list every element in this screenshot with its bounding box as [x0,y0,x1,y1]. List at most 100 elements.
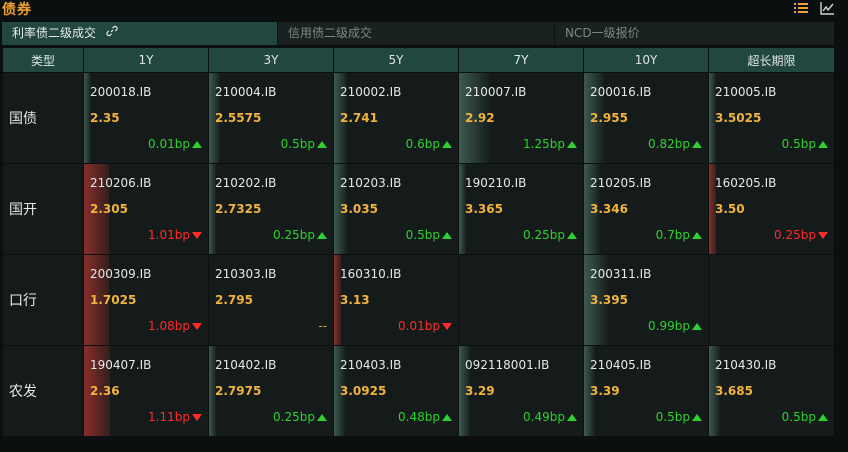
yield-change-value: 0.25bp [273,228,315,242]
arrow-up-icon [692,414,702,421]
bond-code: 190407.IB [90,358,152,372]
yield-change-value: 0.25bp [774,228,816,242]
yield-change: -- [318,319,327,333]
bond-cell-5y[interactable]: 210002.IB 2.741 0.6bp [333,72,459,164]
bond-cell-7y[interactable]: 092118001.IB 3.29 0.49bp [458,345,584,437]
bond-code: 200311.IB [590,267,652,281]
bond-code: 190210.IB [465,176,527,190]
arrow-up-icon [818,414,828,421]
yield-change-value: 0.5bp [655,410,690,424]
bond-yield: 3.13 [340,293,370,307]
yield-change: 0.01bp [398,319,452,333]
yield-change: 0.5bp [782,410,828,424]
bond-cell-7y[interactable]: 190210.IB 3.365 0.25bp [458,163,584,255]
bond-cell-ultra-long[interactable]: 210005.IB 3.5025 0.5bp [708,72,835,164]
tab-ncd-primary-quote[interactable]: NCD一级报价 [555,22,834,45]
table-row: 国开 210206.IB 2.305 1.01bp 210202.IB 2.7325 0.2… [2,163,835,255]
bond-code: 092118001.IB [465,358,550,372]
yield-change-value: 0.82bp [648,137,690,151]
bond-cell-1y[interactable]: 190407.IB 2.36 1.11bp [83,345,209,437]
bond-yield: 2.35 [90,111,120,125]
bond-code: 210403.IB [340,358,402,372]
bond-yield: 3.035 [340,202,378,216]
yield-change-value: 0.99bp [648,319,690,333]
bond-cell-3y[interactable]: 210402.IB 2.7975 0.25bp [208,345,334,437]
yield-change: 1.08bp [148,319,202,333]
yield-change: 0.6bp [406,137,452,151]
bond-code: 160205.IB [715,176,777,190]
bond-cell-7y[interactable]: 210007.IB 2.92 1.25bp [458,72,584,164]
bond-yield: 3.395 [590,293,628,307]
bond-yield: 2.741 [340,111,378,125]
bond-code: 210303.IB [215,267,277,281]
yield-change-value: 0.5bp [280,137,315,151]
yield-change: 1.11bp [148,410,202,424]
bond-cell-5y[interactable]: 160310.IB 3.13 0.01bp [333,254,459,346]
yield-change: 0.99bp [648,319,702,333]
line-chart-icon[interactable] [820,2,834,15]
bond-yield-grid: 类型 1Y 3Y 5Y 7Y 10Y 超长期限 国债 200018.IB 2.35 0… [2,47,835,437]
bond-cell-3y[interactable]: 210202.IB 2.7325 0.25bp [208,163,334,255]
arrow-down-icon [192,323,202,330]
column-header-7y[interactable]: 7Y [458,47,584,73]
yield-change: 0.49bp [523,410,577,424]
bond-yield: 2.955 [590,111,628,125]
yield-change-value: 0.5bp [781,410,816,424]
yield-change-value: 0.01bp [398,319,440,333]
tab-credit-bond-secondary[interactable]: 信用债二级成交 [278,22,555,45]
bond-cell-7y [458,254,584,346]
bond-cell-5y[interactable]: 210203.IB 3.035 0.5bp [333,163,459,255]
arrow-up-icon [692,232,702,239]
bond-yield: 3.685 [715,384,753,398]
bond-cell-5y[interactable]: 210403.IB 3.0925 0.48bp [333,345,459,437]
arrow-up-icon [818,141,828,148]
tab-rate-bond-secondary[interactable]: 利率债二级成交 [2,22,278,45]
bond-cell-10y[interactable]: 210205.IB 3.346 0.7bp [583,163,709,255]
bond-yield: 2.36 [90,384,120,398]
bond-yield: 2.7975 [215,384,262,398]
tab-label: 利率债二级成交 [12,26,97,40]
bond-cell-1y[interactable]: 200309.IB 1.7025 1.08bp [83,254,209,346]
yield-change-value: 1.08bp [148,319,190,333]
bond-cell-ultra-long [708,254,835,346]
bond-code: 210430.IB [715,358,777,372]
column-header-10y[interactable]: 10Y [583,47,709,73]
bond-yield: 3.29 [465,384,495,398]
bond-code: 210206.IB [90,176,152,190]
bond-code: 210203.IB [340,176,402,190]
arrow-up-icon [692,141,702,148]
arrow-up-icon [192,141,202,148]
column-header-5y[interactable]: 5Y [333,47,459,73]
list-icon[interactable] [794,2,808,15]
column-header-1y[interactable]: 1Y [83,47,209,73]
yield-change-value: -- [318,319,327,333]
bond-yield: 3.5025 [715,111,762,125]
bond-cell-10y[interactable]: 200016.IB 2.955 0.82bp [583,72,709,164]
bond-cell-1y[interactable]: 210206.IB 2.305 1.01bp [83,163,209,255]
column-header-type[interactable]: 类型 [2,47,84,73]
right-rail [834,0,848,452]
yield-change: 0.25bp [273,410,327,424]
yield-change-value: 1.01bp [148,228,190,242]
bond-cell-1y[interactable]: 200018.IB 2.35 0.01bp [83,72,209,164]
arrow-up-icon [567,414,577,421]
bond-yield: 3.365 [465,202,503,216]
bond-code: 210202.IB [215,176,277,190]
yield-change-value: 0.01bp [148,137,190,151]
bond-cell-ultra-long[interactable]: 160205.IB 3.50 0.25bp [708,163,835,255]
bond-cell-10y[interactable]: 200311.IB 3.395 0.99bp [583,254,709,346]
column-header-3y[interactable]: 3Y [208,47,334,73]
arrow-down-icon [818,232,828,239]
yield-change-value: 0.49bp [523,410,565,424]
column-header-ultra-long[interactable]: 超长期限 [708,47,835,73]
bond-cell-3y[interactable]: 210303.IB 2.795 -- [208,254,334,346]
bond-cell-ultra-long[interactable]: 210430.IB 3.685 0.5bp [708,345,835,437]
bond-cell-3y[interactable]: 210004.IB 2.5575 0.5bp [208,72,334,164]
bond-code: 210002.IB [340,85,402,99]
yield-change-value: 0.48bp [398,410,440,424]
bond-cell-10y[interactable]: 210405.IB 3.39 0.5bp [583,345,709,437]
panel-title: 债券 [2,2,32,18]
table-row: 国债 200018.IB 2.35 0.01bp 210004.IB 2.5575 0.5b… [2,72,835,164]
yield-change: 0.5bp [782,137,828,151]
link-icon [106,22,118,45]
